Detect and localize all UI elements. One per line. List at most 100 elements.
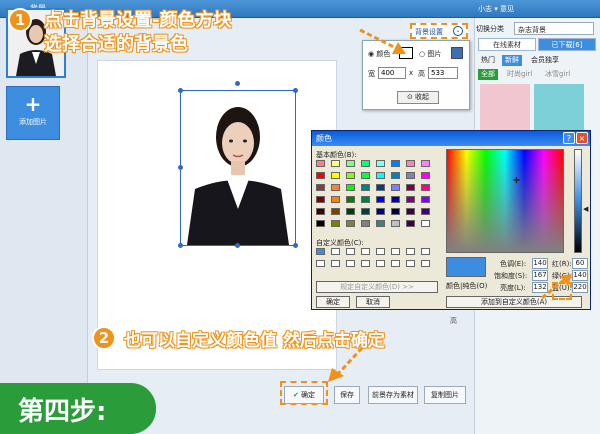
custom-color-swatch[interactable] <box>421 260 430 267</box>
basic-color-swatch[interactable] <box>421 184 430 191</box>
basic-color-swatch[interactable] <box>316 172 325 179</box>
basic-color-swatch[interactable] <box>361 184 370 191</box>
red-input[interactable]: 60 <box>572 258 588 269</box>
radio-image[interactable]: ○ 图片 <box>419 49 441 59</box>
basic-color-swatch[interactable] <box>391 220 400 227</box>
resize-handle[interactable] <box>293 243 298 248</box>
basic-color-swatch[interactable] <box>376 220 385 227</box>
basic-color-swatch[interactable] <box>391 172 400 179</box>
rotate-handle[interactable] <box>235 81 240 86</box>
dialog-cancel-button[interactable]: 取消 <box>356 296 390 308</box>
help-icon[interactable]: ? <box>563 132 575 144</box>
portrait-photo[interactable] <box>180 90 296 246</box>
basic-color-swatch[interactable] <box>331 184 340 191</box>
save-foreground-button[interactable]: 前景存为素材 <box>368 386 418 404</box>
basic-color-swatch[interactable] <box>361 208 370 215</box>
confirm-button[interactable]: ✔ 确定 <box>284 386 324 404</box>
basic-color-swatch[interactable] <box>346 208 355 215</box>
resize-handle[interactable] <box>235 243 240 248</box>
resize-handle[interactable] <box>178 165 183 170</box>
resize-handle[interactable] <box>178 88 183 93</box>
filter-new[interactable]: 新鲜 <box>502 55 522 66</box>
category-select[interactable]: 杂志背景 <box>514 22 594 35</box>
basic-color-swatch[interactable] <box>376 208 385 215</box>
basic-color-swatch[interactable] <box>421 196 430 203</box>
basic-color-swatch[interactable] <box>406 172 415 179</box>
color-spectrum[interactable]: ✛ <box>446 149 564 253</box>
subtab-all[interactable]: 全部 <box>478 69 498 80</box>
basic-color-swatch[interactable] <box>376 184 385 191</box>
basic-color-swatch[interactable] <box>391 196 400 203</box>
basic-color-swatch[interactable] <box>331 160 340 167</box>
basic-color-swatch[interactable] <box>406 220 415 227</box>
basic-color-swatch[interactable] <box>391 184 400 191</box>
basic-color-swatch[interactable] <box>361 196 370 203</box>
basic-color-swatch[interactable] <box>316 196 325 203</box>
user-menu[interactable]: 小志 ▾ 意见 <box>478 4 514 14</box>
custom-color-swatch[interactable] <box>331 260 340 267</box>
custom-color-swatch[interactable] <box>391 260 400 267</box>
basic-color-swatch[interactable] <box>391 160 400 167</box>
save-button[interactable]: 保存 <box>334 386 360 404</box>
custom-color-swatch[interactable] <box>406 260 415 267</box>
custom-color-swatch[interactable] <box>346 248 355 255</box>
collapse-button[interactable]: ⊙ 收起 <box>397 91 439 104</box>
material-item[interactable] <box>480 84 530 132</box>
tab-online[interactable]: 在线素材 <box>478 38 536 51</box>
basic-color-swatch[interactable] <box>346 184 355 191</box>
basic-color-swatch[interactable] <box>331 208 340 215</box>
basic-color-swatch[interactable] <box>331 172 340 179</box>
subtab-fashion[interactable]: 时尚girl <box>504 69 535 80</box>
height-input[interactable] <box>428 67 458 79</box>
basic-color-swatch[interactable] <box>421 160 430 167</box>
custom-color-swatch[interactable] <box>421 248 430 255</box>
custom-color-swatch[interactable] <box>361 248 370 255</box>
material-item[interactable] <box>534 84 584 132</box>
basic-color-swatch[interactable] <box>316 184 325 191</box>
custom-color-swatch[interactable] <box>376 248 385 255</box>
luminance-slider[interactable] <box>574 149 582 253</box>
basic-color-swatch[interactable] <box>406 208 415 215</box>
define-custom-button[interactable]: 规定自定义颜色(D) >> <box>316 281 438 293</box>
basic-color-swatch[interactable] <box>361 220 370 227</box>
basic-color-swatch[interactable] <box>331 220 340 227</box>
basic-color-swatch[interactable] <box>346 196 355 203</box>
resize-handle[interactable] <box>293 88 298 93</box>
filter-hot[interactable]: 热门 <box>478 55 498 66</box>
dialog-ok-button[interactable]: 确定 <box>316 296 350 308</box>
custom-color-swatch[interactable] <box>316 248 325 255</box>
basic-color-swatch[interactable] <box>361 160 370 167</box>
basic-color-swatch[interactable] <box>316 208 325 215</box>
basic-color-swatch[interactable] <box>316 220 325 227</box>
basic-color-swatch[interactable] <box>346 172 355 179</box>
background-settings-button[interactable]: 背景设置 ⌄ <box>410 23 468 39</box>
image-picker-icon[interactable] <box>451 47 463 59</box>
filter-vip[interactable]: 会员独享 <box>528 55 562 66</box>
custom-color-swatch[interactable] <box>391 248 400 255</box>
basic-color-swatch[interactable] <box>421 208 430 215</box>
custom-color-swatch[interactable] <box>316 260 325 267</box>
basic-color-swatch[interactable] <box>376 196 385 203</box>
basic-color-swatch[interactable] <box>406 196 415 203</box>
slider-arrow-icon[interactable]: ◀ <box>583 205 588 213</box>
copy-image-button[interactable]: 复制图片 <box>424 386 466 404</box>
resize-handle[interactable] <box>178 243 183 248</box>
basic-color-swatch[interactable] <box>346 160 355 167</box>
add-image-button[interactable]: + 添加图片 <box>6 86 60 140</box>
basic-color-swatch[interactable] <box>406 160 415 167</box>
custom-color-swatch[interactable] <box>376 260 385 267</box>
basic-color-swatch[interactable] <box>361 172 370 179</box>
basic-color-swatch[interactable] <box>421 220 430 227</box>
basic-color-swatch[interactable] <box>376 160 385 167</box>
basic-color-swatch[interactable] <box>406 184 415 191</box>
close-icon[interactable]: × <box>576 132 588 144</box>
basic-color-swatch[interactable] <box>316 160 325 167</box>
basic-color-swatch[interactable] <box>391 208 400 215</box>
custom-color-swatch[interactable] <box>406 248 415 255</box>
basic-color-swatch[interactable] <box>331 196 340 203</box>
width-input[interactable] <box>378 67 406 79</box>
custom-color-swatch[interactable] <box>331 248 340 255</box>
basic-color-swatch[interactable] <box>346 220 355 227</box>
basic-color-swatch[interactable] <box>421 172 430 179</box>
custom-color-swatch[interactable] <box>346 260 355 267</box>
